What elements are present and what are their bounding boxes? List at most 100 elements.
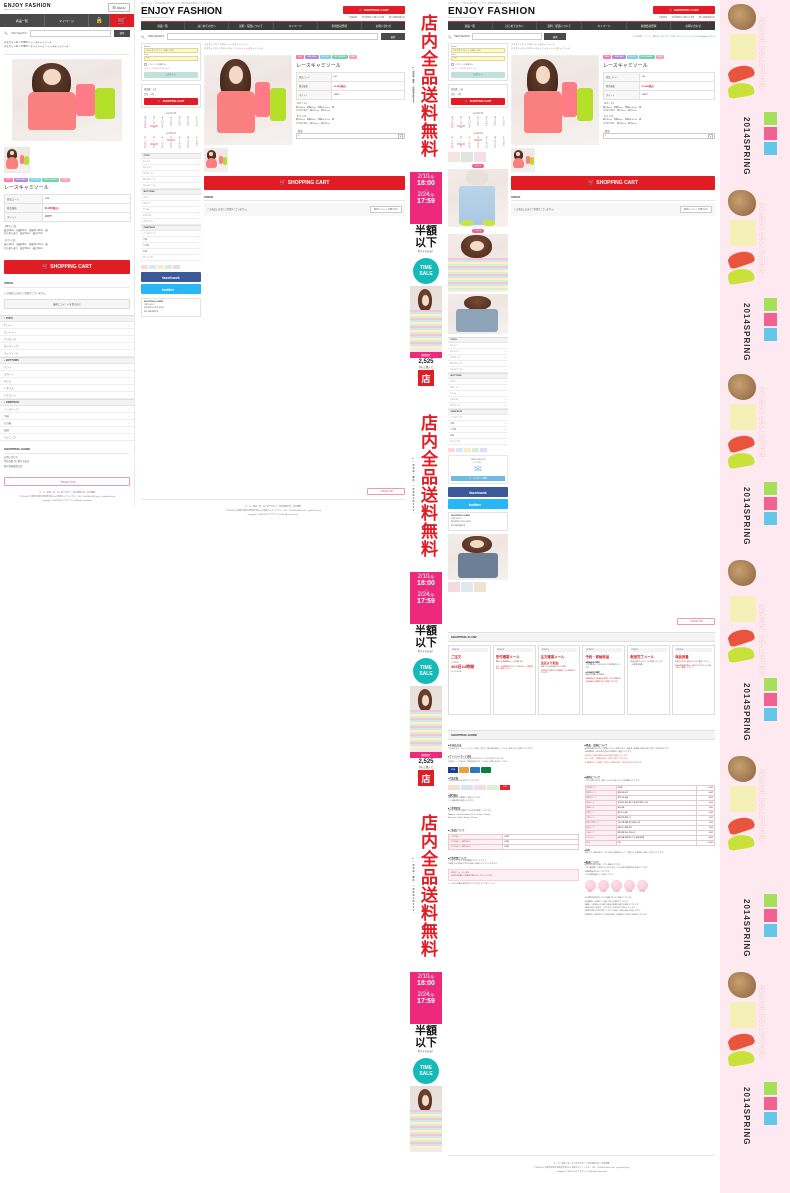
breadcrumb-line2[interactable]: デモサイト11 > TOPS > キャミソール > レースキャミソール	[511, 48, 715, 52]
nav-item-contact[interactable]: お問い合わせ	[670, 22, 715, 30]
facebook-button[interactable]: facebook	[448, 487, 508, 497]
utility-link[interactable]: ・会員登録	[347, 16, 357, 19]
swatch[interactable]	[474, 152, 486, 162]
nav-item-mypage[interactable]: マイページ	[581, 22, 626, 30]
utility-link[interactable]: ・会員登録	[657, 16, 667, 19]
cat-item[interactable]: チュニック →	[0, 434, 134, 441]
newsletter-button[interactable]: メールマガジン登録	[451, 476, 505, 481]
add-to-cart-button[interactable]: 🛒 SHOPPING CART	[4, 260, 130, 274]
cart-button[interactable]: 🛒 SHOPPING CART	[653, 6, 715, 14]
utility-link[interactable]: ・特定商取引に関する法律	[360, 16, 384, 19]
nav-item-mypage[interactable]: マイページ	[272, 22, 317, 30]
login-button[interactable]: ログイン	[144, 72, 198, 78]
model-photo-1[interactable]	[448, 169, 508, 227]
mail-icon[interactable]: ✉	[451, 464, 505, 475]
forgot-password-link[interactable]: パスワードを忘れた方はこちら	[451, 67, 505, 70]
email-field[interactable]: お試し用アカウント（自動入力済）	[144, 48, 198, 53]
page-top-button[interactable]: ↑ PAGE TOP	[677, 618, 715, 625]
nav-item-contact[interactable]: お問い合わせ	[360, 22, 405, 30]
site-logo[interactable]: ENJOY FASHION	[4, 3, 51, 9]
cat-item[interactable]: カットソー →	[0, 329, 134, 336]
nav-item-products[interactable]: 商品一覧	[141, 22, 184, 30]
nav-products[interactable]: 商品一覧	[0, 14, 45, 27]
product-thumb-1[interactable]	[204, 147, 228, 172]
cat-item[interactable]: スカート →	[0, 371, 134, 378]
guide-link[interactable]: 個人情報保護方針	[451, 525, 505, 528]
swatch[interactable]	[474, 582, 486, 593]
nav-mypage[interactable]: マイページ	[44, 14, 90, 27]
model-photo-3[interactable]	[448, 294, 508, 334]
nav-item-products[interactable]: 商品一覧	[448, 22, 492, 30]
keyword-link[interactable]: アウター	[669, 36, 677, 38]
password-field[interactable]: ••••••	[451, 56, 505, 61]
remember-row[interactable]: このページを記憶する	[451, 63, 505, 66]
season-block[interactable]: SEASON COLLECTION 2014SPRING SEASON COLL…	[720, 0, 790, 298]
forgot-password-link[interactable]: パスワードを忘れた方はこちら	[144, 67, 198, 70]
nav-item-first[interactable]: はじめての方へ	[184, 22, 228, 30]
menu-button[interactable]: ☰ MENU	[108, 3, 130, 12]
search-input[interactable]	[472, 33, 543, 40]
product-main-image[interactable]	[12, 58, 122, 141]
cat-item[interactable]: キャミソール →	[0, 350, 134, 357]
site-logo[interactable]: ENJOY FASHION	[141, 6, 222, 17]
voice-comment-button[interactable]: 最初にコメントを書き込む	[4, 299, 130, 309]
cat-item[interactable]: チュニック →	[141, 255, 201, 261]
nav-item-register[interactable]: 新規会員登録	[625, 22, 671, 30]
remember-row[interactable]: このページを記憶する	[144, 63, 198, 66]
keyword-link[interactable]: Ray-Ban	[700, 36, 707, 38]
promo-block[interactable]: ※一部商品・離島・一部地域を除きます。 店内全品送料無料 2/10(月) 18:…	[410, 800, 442, 1193]
cart-button[interactable]: 🛒 SHOPPING CART	[343, 6, 405, 14]
sidebar-cart-button[interactable]: 🛒 SHOPPING CART	[451, 98, 505, 105]
nav-item-shipping[interactable]: 送料・配送について	[228, 22, 272, 30]
lock-icon[interactable]: 🔒	[89, 14, 111, 27]
login-button[interactable]: ログイン	[451, 72, 505, 78]
facebook-button[interactable]: facebook	[141, 272, 201, 282]
cat-item[interactable]: パンツ →	[0, 364, 134, 371]
page-top-button[interactable]: ↑ PAGE TOP	[367, 488, 405, 495]
swatch[interactable]	[461, 152, 473, 162]
cat-item[interactable]: チュニック →	[448, 439, 508, 445]
keyword-link[interactable]: ニーハイ	[685, 36, 693, 38]
season-block[interactable]: 2014SPRING SEASON COLLECTION 2014SPRING	[720, 298, 790, 596]
password-field[interactable]: ••••••	[144, 56, 198, 61]
cat-item[interactable]: 七分袖 →	[0, 420, 134, 427]
product-thumb-1[interactable]	[4, 146, 30, 173]
add-to-cart-button[interactable]: 🛒 SHOPPING CART	[204, 175, 405, 190]
season-collection-strip[interactable]: SEASON COLLECTION 2014SPRING SEASON COLL…	[720, 0, 790, 1193]
voice-comment-button[interactable]: 最初にコメントを書き込む	[369, 205, 402, 213]
model-photo-2[interactable]	[448, 234, 508, 292]
search-button[interactable]: 検索	[381, 33, 405, 40]
twitter-button[interactable]: twitter 🐦	[448, 499, 508, 509]
quantity-select[interactable]: 1 ▾	[603, 133, 715, 140]
breadcrumb-line2[interactable]: デモサイト11 > TOPS > キャミソール > レースキャミソール	[4, 45, 130, 49]
keyword-link[interactable]: ワンピ	[693, 36, 699, 38]
cat-item[interactable]: レギンス →	[0, 385, 134, 392]
site-logo[interactable]: ENJOY FASHION	[448, 6, 535, 17]
season-block[interactable]: 2014SPRING SEASON COLLECTION 2014SPRING	[720, 894, 790, 1193]
cat-item[interactable]: 半袖 →	[0, 413, 134, 420]
remember-checkbox[interactable]	[144, 63, 147, 66]
nav-item-first[interactable]: はじめての方へ	[491, 22, 537, 30]
season-block[interactable]: SEASON COLLECTION 2014SPRING SEASON COLL…	[720, 596, 790, 894]
utility-link[interactable]: ・個人情報保護方針	[697, 16, 715, 19]
breadcrumb-line2[interactable]: デモサイト11 > TOPS > キャミソール > レースキャミソール	[204, 48, 405, 52]
swatch[interactable]	[461, 582, 473, 593]
search-input[interactable]	[30, 29, 111, 37]
keyword-link[interactable]: レギンス	[707, 36, 715, 38]
product-thumb-1[interactable]	[511, 147, 535, 172]
page-top-button[interactable]: ↑ PAGE TOP	[4, 477, 130, 487]
cat-item[interactable]: ワンピース →	[0, 336, 134, 343]
model-photo-4[interactable]	[448, 534, 508, 581]
cat-item[interactable]: Tシャツ →	[0, 322, 134, 329]
sidebar-cart-button[interactable]: 🛒 SHOPPING CART	[144, 98, 198, 105]
keyword-link[interactable]: コーディガン	[657, 36, 668, 38]
swatch[interactable]	[448, 152, 460, 162]
remember-checkbox[interactable]	[451, 63, 454, 66]
cat-item[interactable]: 長袖 →	[0, 427, 134, 434]
voice-comment-button[interactable]: 最初にコメントを書き込む	[679, 205, 712, 213]
promo-block[interactable]: ※一部商品・離島・一部地域を除きます。 店内全品送料無料 2/10(月) 18:…	[410, 0, 442, 400]
product-main-image[interactable]	[511, 54, 599, 145]
cat-item[interactable]: ノースリーブ →	[0, 406, 134, 413]
cat-item[interactable]: デニム →	[0, 378, 134, 385]
keyword-link[interactable]: ムートン	[677, 36, 685, 38]
